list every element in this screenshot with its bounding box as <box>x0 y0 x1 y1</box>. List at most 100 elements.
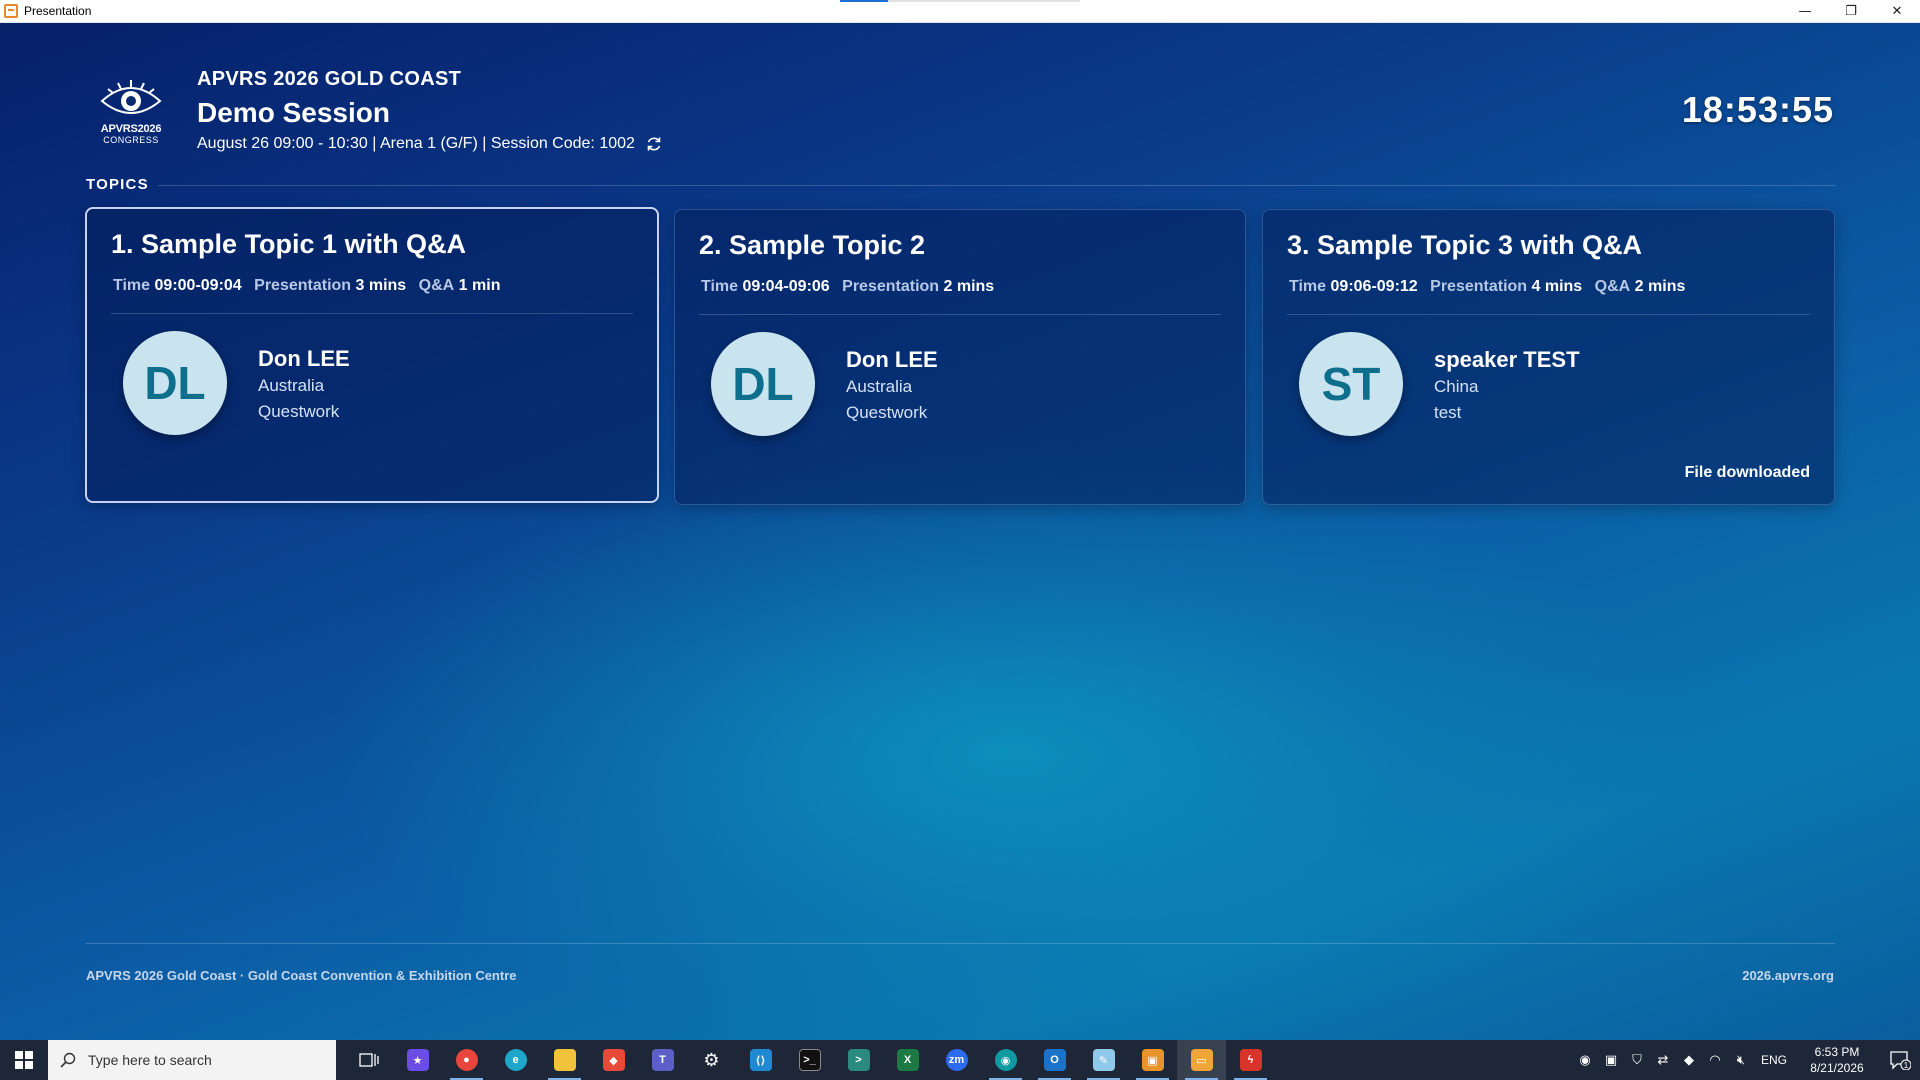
logo-wordmark: APVRS2026 <box>100 123 162 135</box>
tray-security-icon[interactable]: ⛉ <box>1624 1040 1650 1080</box>
speaker-country: Australia <box>258 376 325 395</box>
taskbar-app-python[interactable]: ϟ <box>1226 1040 1275 1080</box>
time-label: Time <box>1289 278 1327 295</box>
taskbar-app-powershell[interactable]: > <box>834 1040 883 1080</box>
card-divider <box>1287 314 1810 315</box>
windows-taskbar: Type here to search ★ ● e ◆ T ⚙ ⟨⟩ >_ > … <box>0 1040 1920 1080</box>
close-button[interactable]: ✕ <box>1874 0 1920 23</box>
taskbar-app-circle[interactable]: ◉ <box>981 1040 1030 1080</box>
topics-divider <box>158 185 1835 186</box>
restore-button[interactable]: ❐ <box>1828 0 1874 23</box>
session-details: August 26 09:00 - 10:30 | Arena 1 (G/F) … <box>197 135 635 152</box>
topic-card-2[interactable]: 2. Sample Topic 2 Time 09:04-09:06 Prese… <box>674 209 1246 505</box>
window-controls: — ❐ ✕ <box>1782 0 1920 23</box>
presentation-icon: ▭ <box>1190 1049 1213 1071</box>
time-label: Time <box>701 278 739 295</box>
footer-divider <box>86 943 1835 944</box>
download-status: File downloaded <box>1684 464 1810 481</box>
topic-card-3[interactable]: 3. Sample Topic 3 with Q&A Time 09:06-09… <box>1262 209 1835 505</box>
taskbar-app-presentation[interactable]: ▭ <box>1177 1040 1226 1080</box>
folder-icon <box>553 1049 576 1071</box>
task-view-button[interactable] <box>344 1040 393 1080</box>
powershell-icon: > <box>847 1049 870 1071</box>
topic-title: 2. Sample Topic 2 <box>699 230 926 260</box>
taskbar-time: 6:53 PM <box>1814 1045 1860 1059</box>
taskbar-app-edge[interactable]: e <box>491 1040 540 1080</box>
presentation-label: Presentation <box>842 278 940 295</box>
tray-app-icon[interactable]: ◉ <box>1572 1040 1598 1080</box>
taskbar-app-chrome[interactable]: ● <box>442 1040 491 1080</box>
presentation-stage: APVRS2026 CONGRESS APVRS 2026 GOLD COAST… <box>0 23 1920 1040</box>
taskbar-app-vscode[interactable]: ⟨⟩ <box>736 1040 785 1080</box>
topic-card-1[interactable]: 1. Sample Topic 1 with Q&A Time 09:00-09… <box>85 207 659 503</box>
topic-meta: Time 09:00-09:04 Presentation 3 mins Q&A… <box>113 277 508 295</box>
qa-value: 1 min <box>458 277 501 294</box>
time-value: 09:06-09:12 <box>1330 278 1418 295</box>
tray-bluetooth-icon[interactable]: ▣ <box>1598 1040 1624 1080</box>
system-tray: ◉ ▣ ⛉ ⇄ ◆ ◠ 🔇︎ ENG 6:53 PM 8/21/2026 1 <box>1572 1040 1920 1080</box>
presentation-value: 3 mins <box>355 277 407 294</box>
speaker-country: China <box>1434 377 1479 396</box>
card-divider <box>111 313 633 314</box>
taskbar-apps: ★ ● e ◆ T ⚙ ⟨⟩ >_ > X zm ◉ O ✎ ▣ ▭ ϟ <box>344 1040 1275 1080</box>
feather-icon: ϟ <box>1239 1049 1262 1071</box>
live-clock: 18:53:55 <box>1681 89 1834 130</box>
qa-label: Q&A <box>1594 278 1631 295</box>
excel-icon: X <box>896 1049 919 1071</box>
taskbar-app-star[interactable]: ★ <box>393 1040 442 1080</box>
time-value: 09:04-09:06 <box>742 278 830 295</box>
window-title: Presentation <box>24 4 92 18</box>
topics-heading: TOPICS <box>86 176 149 193</box>
taskbar-app-anydesk[interactable]: ◆ <box>589 1040 638 1080</box>
speaker-avatar: DL <box>123 331 227 435</box>
loading-indicator <box>840 0 1080 2</box>
zoom-icon: zm <box>945 1049 968 1071</box>
circle-app-icon: ◉ <box>994 1049 1017 1071</box>
minimize-button[interactable]: — <box>1782 0 1828 23</box>
presentation-value: 2 mins <box>943 278 995 295</box>
event-name: APVRS 2026 GOLD COAST <box>197 68 462 90</box>
tray-sync-icon[interactable]: ⇄ <box>1650 1040 1676 1080</box>
taskbar-app-outlook[interactable]: O <box>1030 1040 1079 1080</box>
outlook-icon: O <box>1043 1049 1066 1071</box>
chrome-icon: ● <box>455 1049 478 1071</box>
taskbar-app-terminal[interactable]: >_ <box>785 1040 834 1080</box>
notification-icon: 1 <box>1890 1051 1911 1070</box>
speaker-avatar: DL <box>711 332 815 436</box>
taskbar-date: 8/21/2026 <box>1810 1061 1864 1075</box>
notes-icon: ✎ <box>1092 1049 1115 1071</box>
taskbar-app-zoom[interactable]: zm <box>932 1040 981 1080</box>
speaker-name: Don LEE <box>846 347 938 372</box>
refresh-icon[interactable] <box>645 135 663 153</box>
volume-muted-icon[interactable]: 🔇︎ <box>1728 1040 1754 1080</box>
footer-website: 2026.apvrs.org <box>1742 968 1834 983</box>
vscode-icon: ⟨⟩ <box>749 1049 772 1071</box>
task-view-icon <box>358 1053 379 1067</box>
input-language[interactable]: ENG <box>1754 1053 1794 1067</box>
taskbar-app-settings[interactable]: ⚙ <box>687 1040 736 1080</box>
topic-title: 3. Sample Topic 3 with Q&A <box>1287 230 1643 260</box>
taskbar-app-file-explorer[interactable] <box>540 1040 589 1080</box>
start-button[interactable] <box>0 1040 48 1080</box>
notification-button[interactable]: 1 <box>1880 1040 1920 1080</box>
taskbar-app-package[interactable]: ▣ <box>1128 1040 1177 1080</box>
qa-value: 2 mins <box>1634 278 1686 295</box>
wifi-icon[interactable]: ◠ <box>1702 1040 1728 1080</box>
search-icon <box>60 1052 76 1068</box>
presentation-value: 4 mins <box>1531 278 1583 295</box>
speaker-country: Australia <box>846 377 913 396</box>
taskbar-search[interactable]: Type here to search <box>48 1040 336 1080</box>
taskbar-clock[interactable]: 6:53 PM 8/21/2026 <box>1794 1044 1880 1076</box>
teams-icon: T <box>651 1049 674 1071</box>
window-titlebar: Presentation — ❐ ✕ <box>0 0 1920 23</box>
card-divider <box>699 314 1221 315</box>
taskbar-app-teams[interactable]: T <box>638 1040 687 1080</box>
tray-anydesk-icon[interactable]: ◆ <box>1676 1040 1702 1080</box>
edge-icon: e <box>504 1049 527 1071</box>
time-value: 09:00-09:04 <box>154 277 242 294</box>
taskbar-app-notes[interactable]: ✎ <box>1079 1040 1128 1080</box>
speaker-avatar: ST <box>1299 332 1403 436</box>
session-title: Demo Session <box>197 97 390 128</box>
taskbar-app-excel[interactable]: X <box>883 1040 932 1080</box>
notification-count: 1 <box>1904 1061 1909 1070</box>
